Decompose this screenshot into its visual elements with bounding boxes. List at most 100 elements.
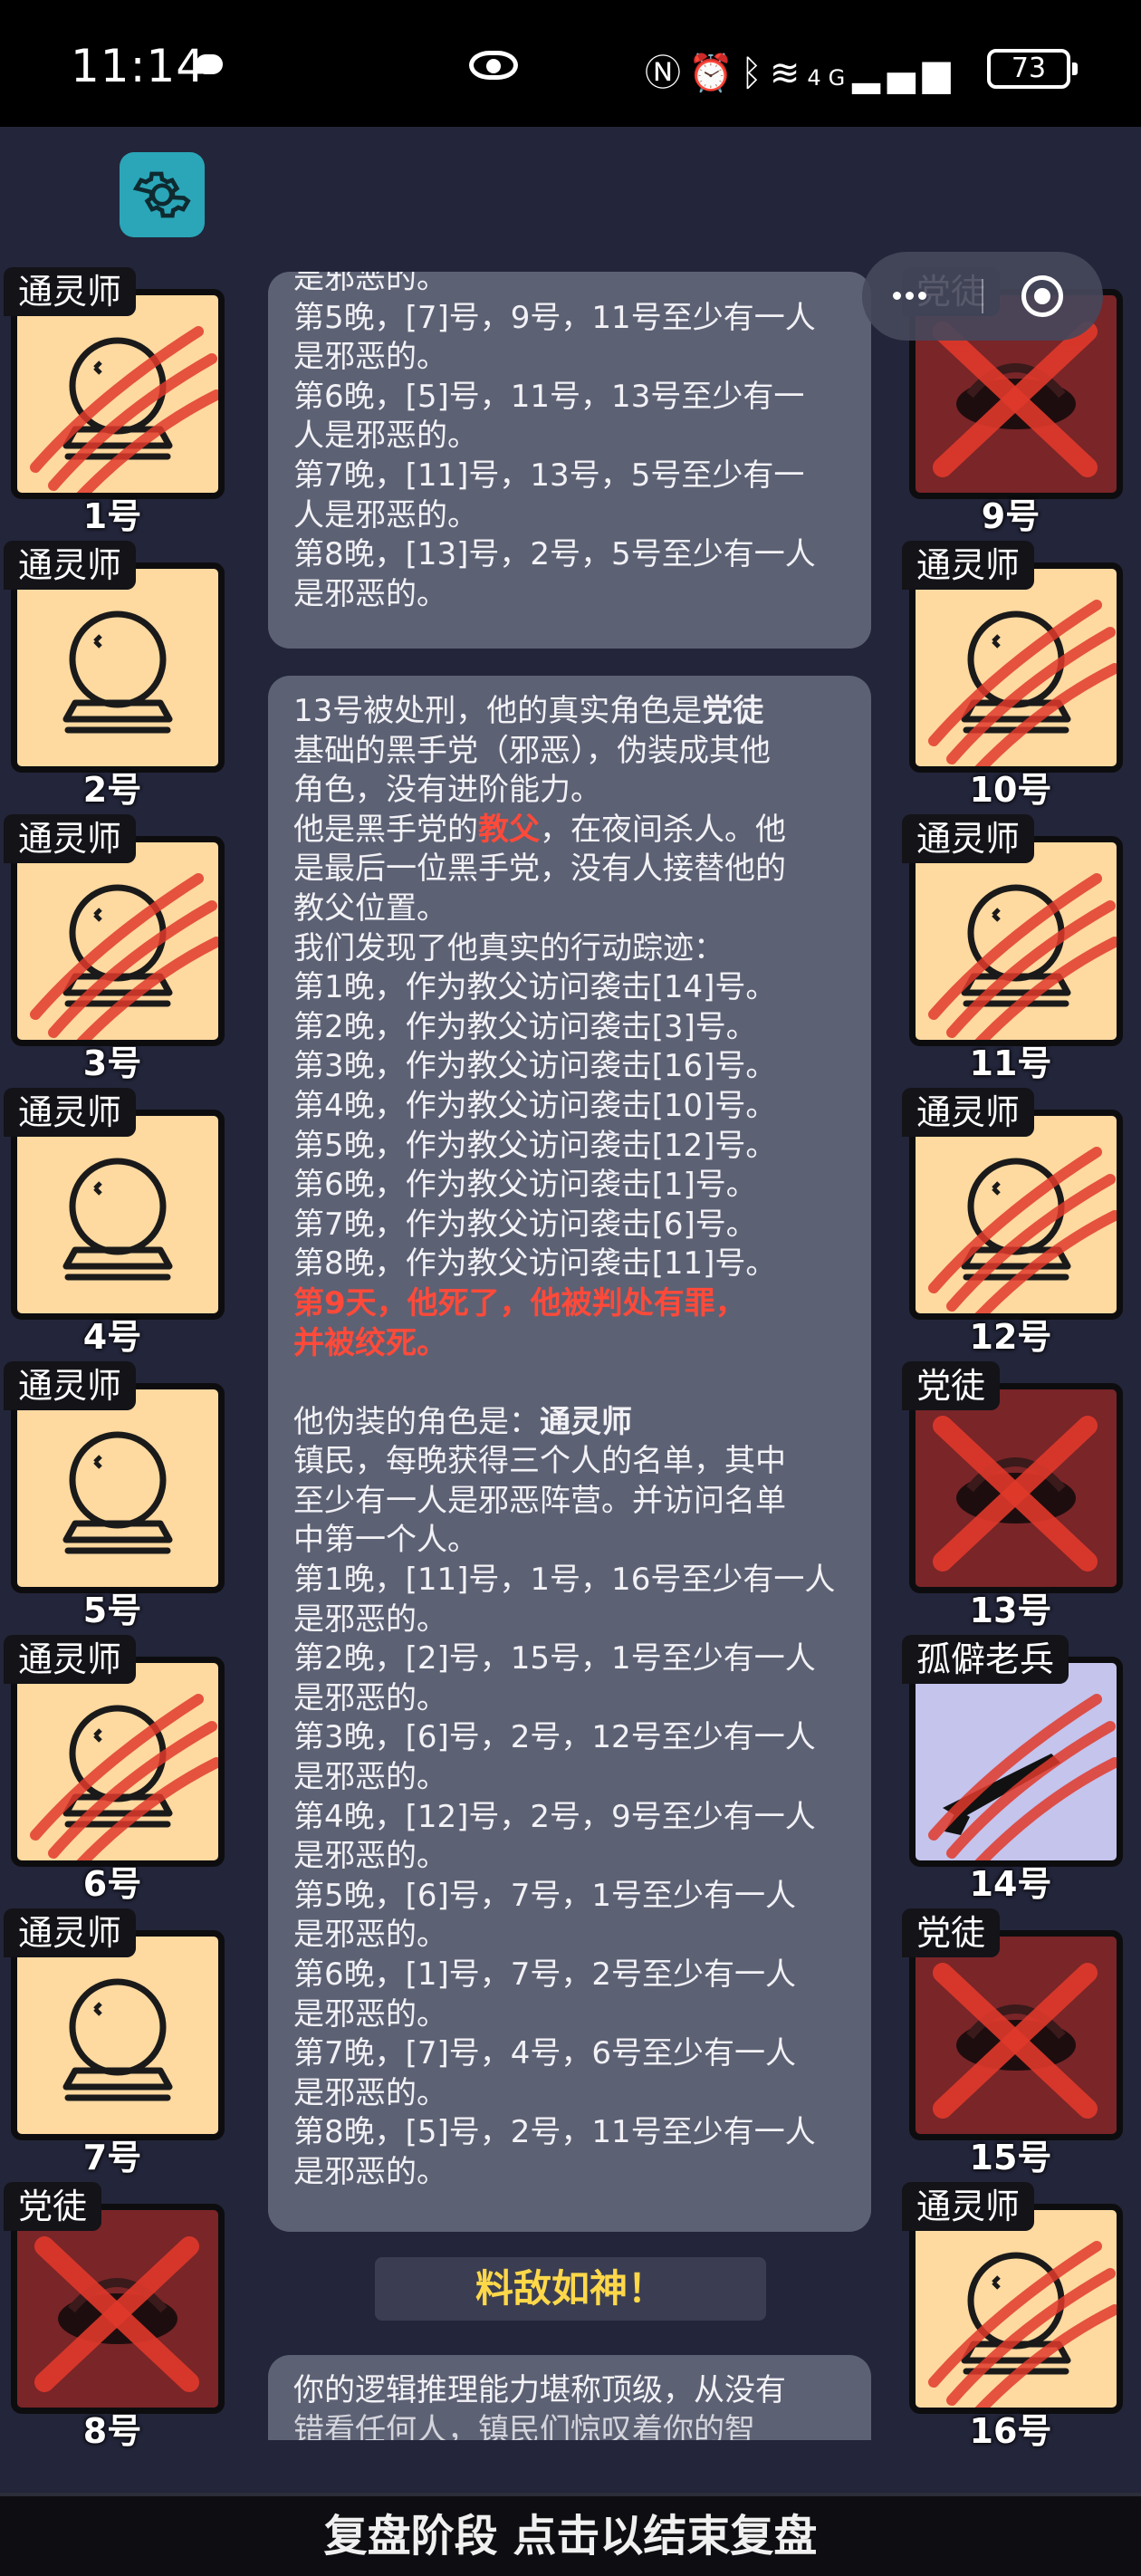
- crystal-ball-icon: [30, 1694, 218, 1860]
- log-panel-previous[interactable]: 是邪恶的。 第5晚，[7]号，9号，11号至少有一人 是邪恶的。 第6晚，[5]…: [268, 272, 871, 649]
- log-line: 第7晚，[7]号，4号，6号至少有一人: [293, 2035, 797, 2072]
- crystal-ball-icon: [62, 610, 173, 734]
- player-card[interactable]: [909, 1657, 1123, 1867]
- player-number: 13号: [969, 1591, 1052, 1630]
- player-card[interactable]: [909, 2204, 1123, 2414]
- player-slot[interactable]: 党徒 15号: [898, 1908, 1123, 2177]
- role-tag: 通灵师: [902, 541, 1035, 590]
- player-card[interactable]: [11, 836, 225, 1046]
- gear-icon: [132, 171, 191, 218]
- capsule-divider: [982, 279, 983, 313]
- hat-icon: [34, 2236, 199, 2392]
- log-line: 是邪恶的。: [293, 575, 447, 612]
- player-card[interactable]: [11, 562, 225, 773]
- player-number: 9号: [981, 496, 1040, 536]
- player-slot[interactable]: 通灵师 2号: [0, 541, 225, 810]
- log-line: 你的逻辑推理能力堪称顶级，从没有: [293, 2372, 786, 2408]
- log-line: 第7晚，作为教父访问袭击[6]号。: [293, 1206, 757, 1243]
- player-number: 15号: [969, 2138, 1052, 2177]
- log-line: 错看任何人，镇民们惊叹着你的智: [293, 2411, 755, 2440]
- player-number: 16号: [969, 2411, 1052, 2451]
- player-card[interactable]: [11, 1930, 225, 2140]
- role-tag: 通灵师: [4, 541, 137, 590]
- hat-icon: [933, 1963, 1098, 2119]
- log-line: 是邪恶的。: [293, 1995, 447, 2033]
- eye-icon: [469, 51, 518, 80]
- crystal-ball-icon: [928, 1147, 1117, 1313]
- more-dots-icon[interactable]: [893, 292, 929, 301]
- alarm-icon: ⏰: [688, 53, 741, 94]
- log-line: 是最后一位黑手党，没有人接替他的: [293, 851, 786, 888]
- log-line: 第4晚，[12]号，2号，9号至少有一人: [293, 1798, 816, 1835]
- status-bar: 11:14 Ⓝ⏰ᛒ≋4G▂▄▆ 73: [0, 0, 1141, 127]
- log-line: 第4晚，作为教父访问袭击[10]号。: [293, 1087, 777, 1124]
- log-panel-execution[interactable]: 13号被处刑，他的真实角色是党徒 基础的黑手党（邪恶），伪装成其他 角色，没有进…: [268, 676, 871, 2232]
- log-line: 第8晚，[13]号，2号，5号至少有一人: [293, 536, 816, 573]
- clock: 11:14: [71, 40, 206, 92]
- log-line: 第3晚，作为教父访问袭击[16]号。: [293, 1048, 777, 1085]
- log-line: 人是邪恶的。: [293, 496, 478, 533]
- log-line: 他伪装的角色是：通灵师: [293, 1403, 632, 1440]
- player-number: 2号: [82, 770, 142, 810]
- settings-button[interactable]: [120, 152, 205, 237]
- player-card[interactable]: [909, 836, 1123, 1046]
- player-card[interactable]: [11, 1657, 225, 1867]
- player-slot[interactable]: 通灵师 11号: [898, 814, 1123, 1083]
- player-slot[interactable]: 通灵师 7号: [0, 1908, 225, 2177]
- player-slot[interactable]: 通灵师 6号: [0, 1635, 225, 1904]
- log-line: 第1晚，[11]号，1号，16号至少有一人: [293, 1562, 836, 1599]
- role-name-highlight: 教父: [478, 811, 540, 848]
- player-number: 8号: [82, 2411, 142, 2451]
- player-slot[interactable]: 通灵师 5号: [0, 1361, 225, 1630]
- log-line: 是邪恶的。: [293, 1600, 447, 1638]
- role-tag: 通灵师: [4, 814, 137, 863]
- log-line: 13号被处刑，他的真实角色是党徒: [293, 693, 764, 729]
- player-number: 12号: [969, 1317, 1052, 1357]
- player-slot[interactable]: 通灵师 12号: [898, 1088, 1123, 1357]
- player-card[interactable]: [11, 1110, 225, 1320]
- signal-icon: ▂▄▆: [852, 53, 958, 94]
- crystal-ball-icon: [62, 1978, 173, 2101]
- player-slot[interactable]: 通灵师 4号: [0, 1088, 225, 1357]
- player-card[interactable]: [909, 1110, 1123, 1320]
- hat-icon: [933, 1416, 1098, 1572]
- player-number: 4号: [82, 1317, 142, 1357]
- player-card[interactable]: [909, 1383, 1123, 1593]
- log-line: 第8晚，[5]号，2号，11号至少有一人: [293, 2114, 816, 2151]
- log-line: 镇民，每晚获得三个人的名单，其中: [293, 1443, 786, 1480]
- role-tag: 通灵师: [4, 267, 137, 316]
- crystal-ball-icon: [62, 1158, 173, 1281]
- log-line: 是邪恶的。: [293, 1759, 447, 1796]
- network-type: 4G: [807, 65, 853, 91]
- log-panel-summary[interactable]: 你的逻辑推理能力堪称顶级，从没有 错看任何人，镇民们惊叹着你的智: [268, 2355, 871, 2440]
- role-tag: 通灵师: [4, 1361, 137, 1410]
- log-line: 第6晚，作为教父访问袭击[1]号。: [293, 1167, 757, 1204]
- player-card[interactable]: [909, 562, 1123, 773]
- role-name: 通灵师: [540, 1403, 632, 1440]
- player-slot[interactable]: 孤僻老兵 14号: [898, 1635, 1123, 1904]
- log-line: 第2晚，[2]号，15号，1号至少有一人: [293, 1640, 816, 1677]
- player-slot[interactable]: 党徒 13号: [898, 1361, 1123, 1630]
- achievement-banner: 料敌如神！: [375, 2257, 766, 2321]
- log-line: 他是黑手党的教父，在夜间杀人。他: [293, 811, 786, 848]
- player-number: 5号: [82, 1591, 142, 1630]
- player-slot[interactable]: 通灵师 10号: [898, 541, 1123, 810]
- player-card[interactable]: [11, 1383, 225, 1593]
- log-line: 第5晚，[7]号，9号，11号至少有一人: [293, 299, 816, 336]
- player-card[interactable]: [909, 1930, 1123, 2140]
- log-line: 是邪恶的。: [293, 1917, 447, 1954]
- player-card[interactable]: [11, 289, 225, 499]
- role-tag: 党徒: [902, 1908, 1001, 1957]
- player-slot[interactable]: 通灵师 16号: [898, 2182, 1123, 2451]
- status-icons: Ⓝ⏰ᛒ≋4G▂▄▆: [645, 43, 958, 96]
- end-review-button[interactable]: 复盘阶段 点击以结束复盘: [0, 2493, 1141, 2576]
- log-line: 我们发现了他真实的行动踪迹：: [293, 929, 724, 966]
- role-name: 党徒: [702, 693, 764, 729]
- player-slot[interactable]: 党徒 8号: [0, 2182, 225, 2451]
- target-close-icon[interactable]: [1021, 275, 1063, 317]
- player-slot[interactable]: 通灵师 3号: [0, 814, 225, 1083]
- player-slot[interactable]: 通灵师 1号: [0, 267, 225, 536]
- log-line: 第6晚，[1]号，7号，2号至少有一人: [293, 1956, 797, 1993]
- player-card[interactable]: [11, 2204, 225, 2414]
